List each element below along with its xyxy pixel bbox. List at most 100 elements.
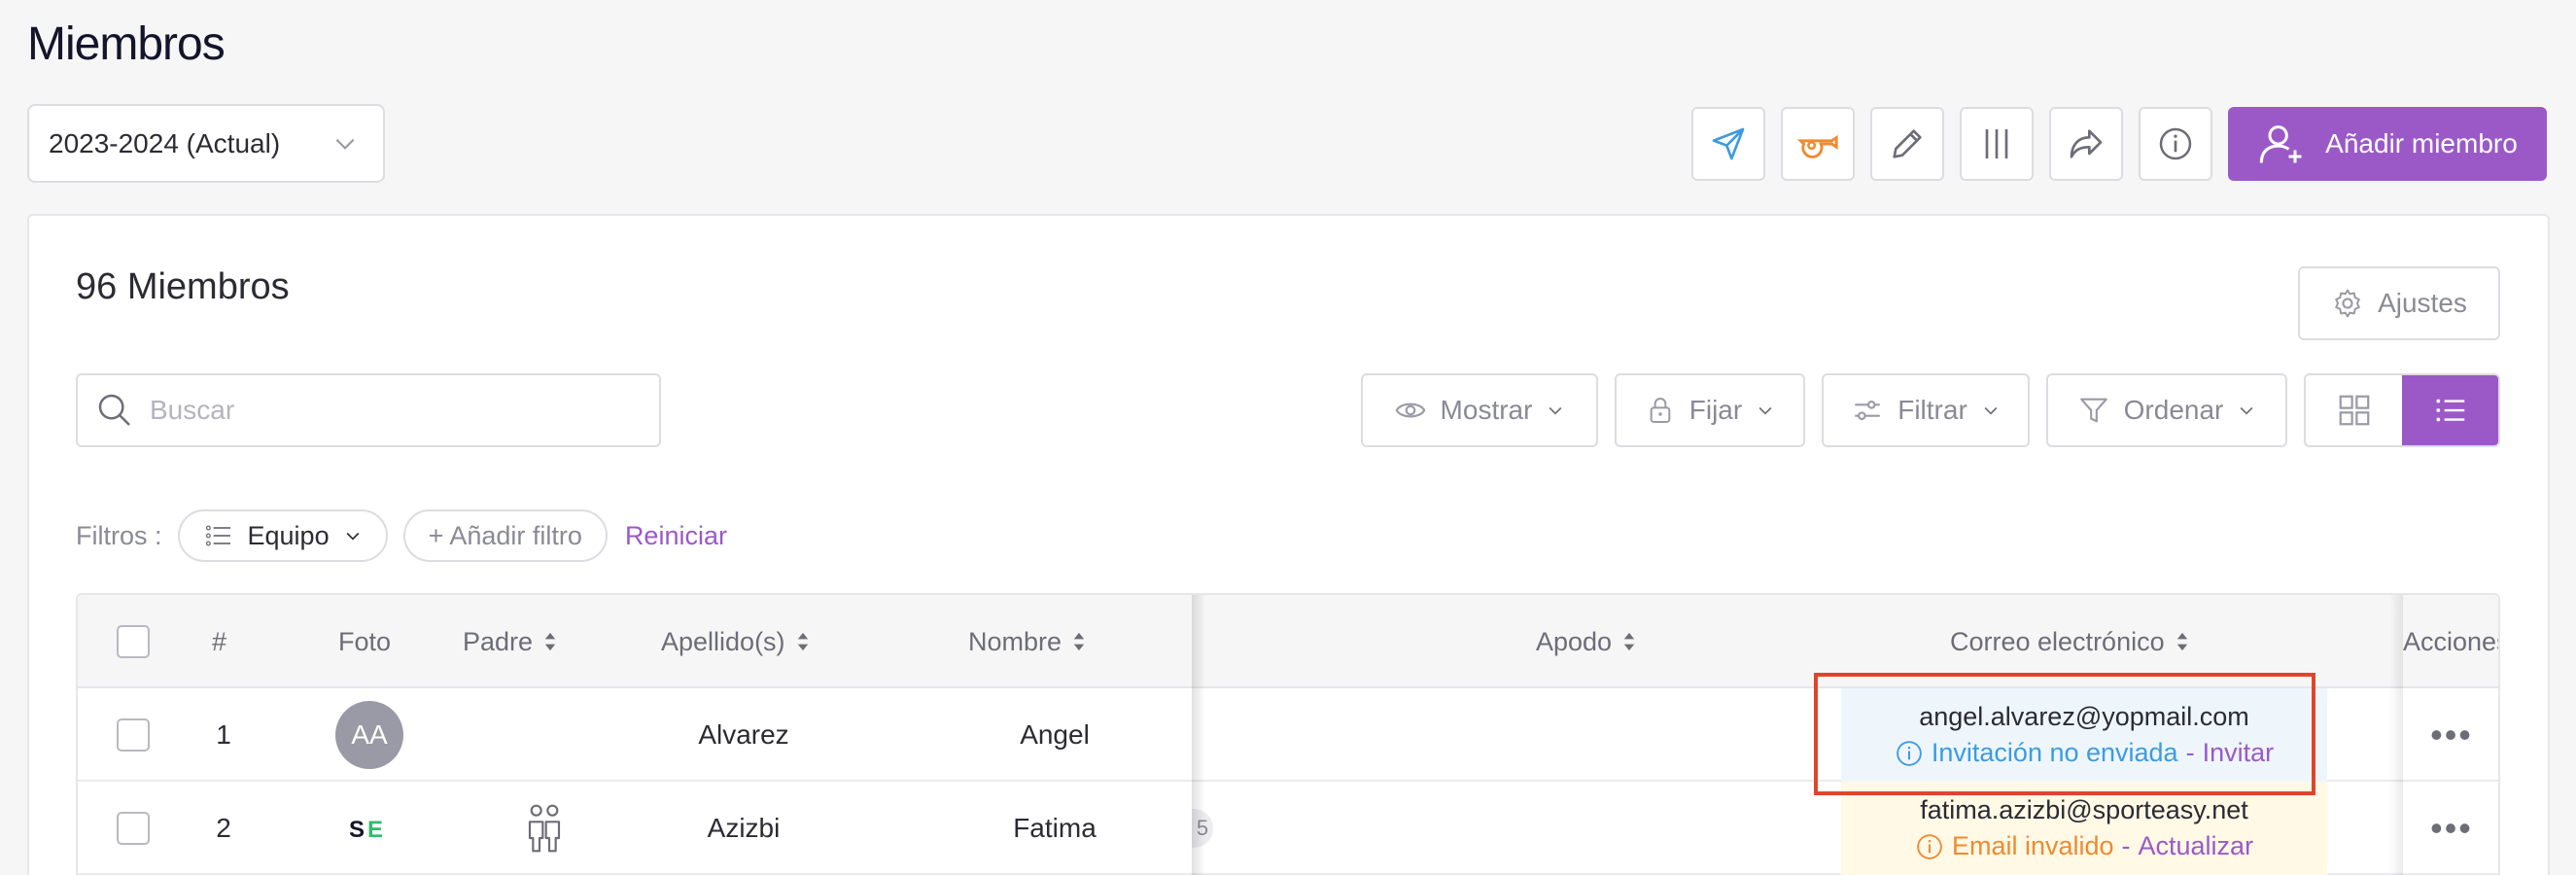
eye-icon <box>1395 402 1425 418</box>
chevron-down-icon <box>1549 406 1562 415</box>
row-actions-button[interactable]: ••• <box>2401 688 2498 782</box>
send-icon <box>1712 127 1745 160</box>
row-checkbox[interactable] <box>117 718 150 752</box>
add-filter-button[interactable]: + Añadir filtro <box>402 509 608 562</box>
lock-icon <box>1650 398 1671 423</box>
columns-icon <box>1985 129 2008 158</box>
row-checkbox-cell <box>117 688 150 782</box>
header-nickname-label: Apodo <box>1536 626 1613 656</box>
sort-icon <box>797 632 808 651</box>
team-filter-label: Equipo <box>247 520 330 550</box>
header-parent-label: Padre <box>463 626 534 656</box>
frozen-columns-shadow <box>1192 595 1205 875</box>
add-filter-label: + Añadir filtro <box>428 520 582 550</box>
last-name-cell: Alvarez <box>698 719 789 750</box>
row-actions-button[interactable]: ••• <box>2401 782 2498 875</box>
whistle-icon <box>1796 134 1838 158</box>
filter-label: Filtrar <box>1897 395 1967 425</box>
header-parent[interactable]: Padre <box>463 595 558 688</box>
columns-button[interactable] <box>1960 107 2034 181</box>
sort-icon <box>544 632 556 651</box>
view-toggle <box>2304 373 2500 447</box>
table-header: # Foto Padre Apellido(s) Nombre Apodo Co… <box>78 595 2498 688</box>
email-status: Email invalido - Actualizar <box>1915 831 2253 861</box>
filters-label: Filtros : <box>76 520 162 550</box>
filter-button[interactable]: Filtrar <box>1822 373 2030 447</box>
invitation-status-text: Invitación no enviada <box>1931 738 2178 767</box>
chevron-down-icon <box>1984 406 1998 415</box>
sort-icon <box>1073 632 1085 651</box>
update-link[interactable]: Actualizar <box>2139 831 2254 861</box>
row-number: 2 <box>216 813 231 843</box>
sporteasy-logo: S E <box>349 817 383 842</box>
show-button[interactable]: Mostrar <box>1361 373 1598 447</box>
last-name-cell: Azizbi <box>707 813 781 843</box>
chevron-down-icon <box>2240 406 2253 415</box>
header-email-label: Correo electrónico <box>1950 626 2165 656</box>
members-count: 96 Miembros <box>76 266 290 307</box>
whistle-button[interactable] <box>1781 107 1855 181</box>
share-icon <box>2070 129 2103 158</box>
share-button[interactable] <box>2049 107 2123 181</box>
actions-column-shadow <box>2389 595 2403 875</box>
header-email[interactable]: Correo electrónico <box>1950 595 2190 688</box>
sort-icon <box>1623 632 1635 651</box>
toolbar <box>1691 107 2212 181</box>
header-first-name[interactable]: Nombre <box>968 595 1087 688</box>
sliders-icon <box>1855 401 1880 420</box>
season-select[interactable]: 2023-2024 (Actual) <box>27 104 385 183</box>
edit-icon <box>1893 129 1922 158</box>
add-member-button[interactable]: Añadir miembro <box>2228 107 2547 181</box>
members-card: 96 Miembros Ajustes Mostrar Fijar Filtra… <box>27 214 2550 875</box>
photo-cell: AA <box>321 688 418 782</box>
settings-button[interactable]: Ajustes <box>2298 266 2500 340</box>
header-first-name-label: Nombre <box>968 626 1062 656</box>
email-address: fatima.azizbi@sporteasy.net <box>1920 795 2248 824</box>
row-checkbox[interactable] <box>117 812 150 845</box>
more-icon: ••• <box>2430 808 2473 848</box>
list-icon <box>205 525 230 546</box>
status-separator: - <box>2185 738 2195 767</box>
reset-filters-link[interactable]: Reiniciar <box>625 521 727 551</box>
sort-button[interactable]: Ordenar <box>2046 373 2287 447</box>
parent-cell[interactable] <box>505 782 583 875</box>
header-nickname[interactable]: Apodo <box>1536 595 1637 688</box>
info-button[interactable] <box>2139 107 2212 181</box>
pin-label: Fijar <box>1688 395 1743 425</box>
select-all-checkbox[interactable] <box>117 625 150 658</box>
row-checkbox-cell <box>117 782 150 875</box>
header-photo: Foto <box>338 626 392 656</box>
photo-cell: S E <box>321 782 418 875</box>
edit-button[interactable] <box>1870 107 1944 181</box>
status-separator: - <box>2121 831 2131 860</box>
season-select-value: 2023-2024 (Actual) <box>49 127 281 158</box>
list-icon <box>2435 399 2464 422</box>
svg-text:S: S <box>349 817 365 842</box>
info-icon <box>1897 740 1922 766</box>
search-input[interactable] <box>150 395 636 426</box>
email-status-text: Email invalido <box>1951 831 2114 860</box>
table-row[interactable]: 1 AA Alvarez Angel angel.alvarez@yopmail… <box>78 688 2498 782</box>
grid-view-button[interactable] <box>2306 375 2402 445</box>
info-icon <box>2159 127 2192 160</box>
chevron-down-icon <box>1758 406 1772 415</box>
search-box <box>76 373 661 447</box>
pin-button[interactable]: Fijar <box>1615 373 1805 447</box>
members-table: # Foto Padre Apellido(s) Nombre Apodo Co… <box>76 593 2500 875</box>
sort-icon <box>2176 632 2187 651</box>
invitation-status: Invitación no enviada - Invitar <box>1895 738 2274 768</box>
list-view-button[interactable] <box>2402 375 2498 445</box>
svg-text:E: E <box>367 817 383 842</box>
send-message-button[interactable] <box>1691 107 1765 181</box>
more-icon: ••• <box>2430 715 2473 754</box>
search-icon <box>98 394 130 426</box>
header-number: # <box>212 626 227 656</box>
table-row[interactable]: 2 S E Azizbi Fatima 5 fatima.azizbi@spor… <box>78 782 2498 875</box>
header-last-name[interactable]: Apellido(s) <box>661 595 811 688</box>
invite-link[interactable]: Invitar <box>2203 738 2275 768</box>
parents-icon <box>528 804 561 853</box>
settings-label: Ajustes <box>2378 288 2467 318</box>
team-filter-pill[interactable]: Equipo <box>177 509 388 562</box>
funnel-icon <box>2079 398 2107 423</box>
gear-icon <box>2335 289 2360 318</box>
